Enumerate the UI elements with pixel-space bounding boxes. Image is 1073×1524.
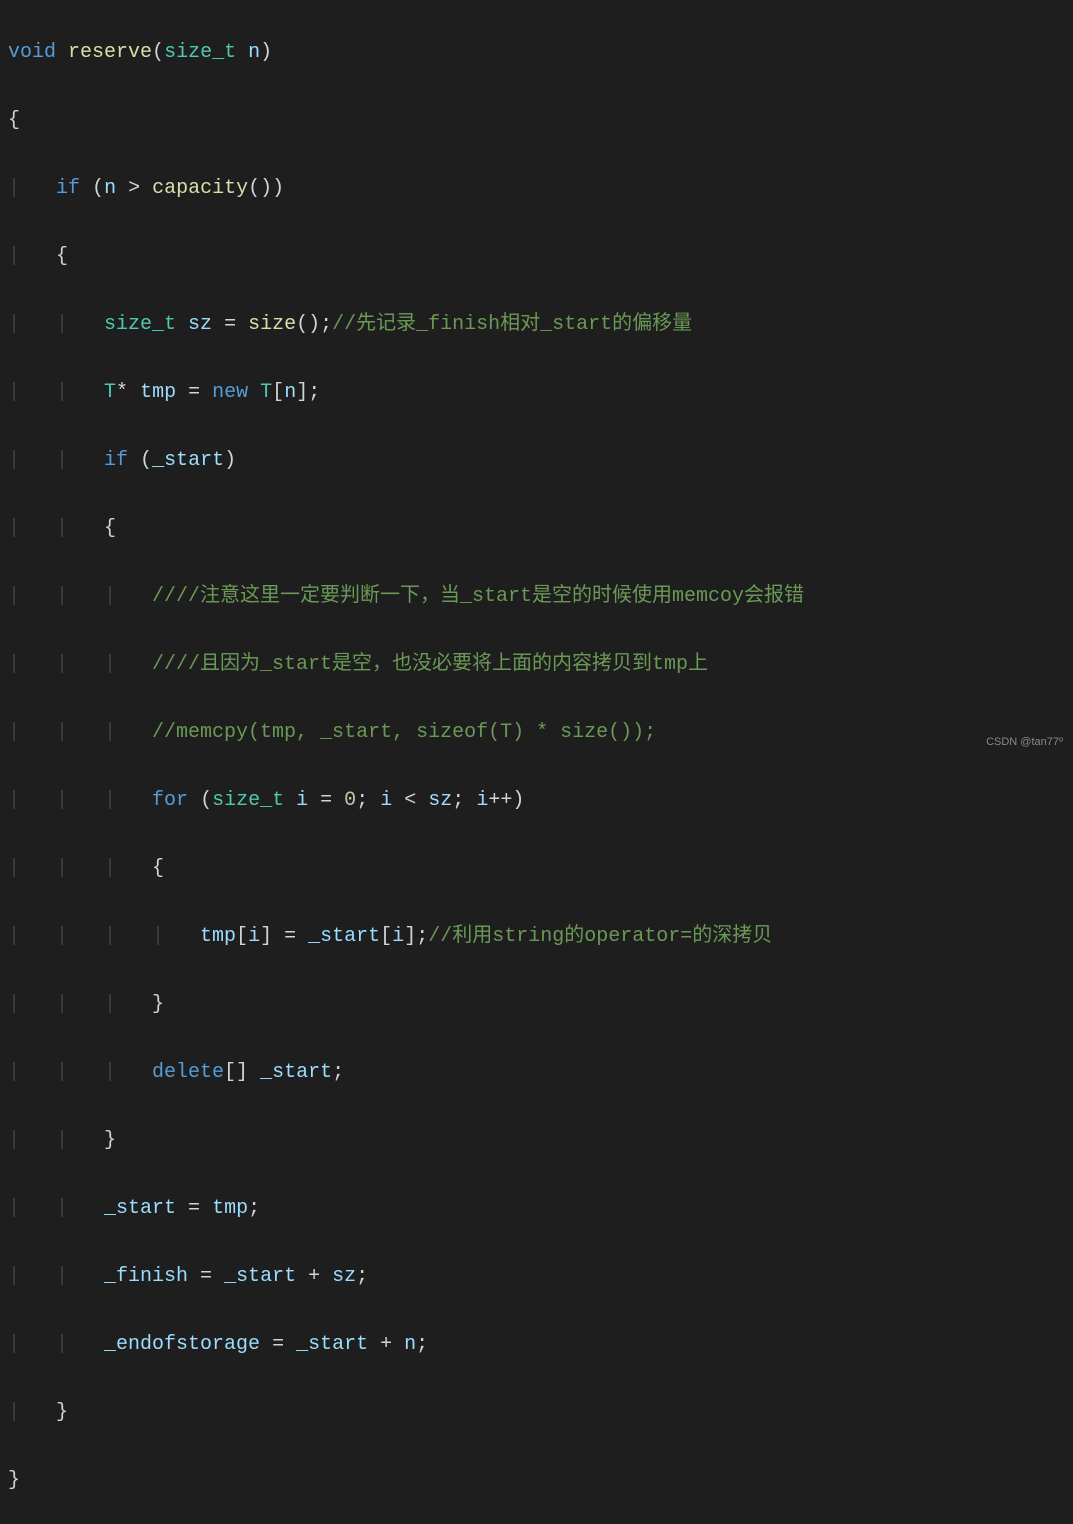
watermark: CSDN @tan77º (986, 733, 1063, 752)
keyword: void (8, 41, 56, 64)
comment: ////注意这里一定要判断一下，当_start是空的时候使用memcoy会报错 (152, 585, 804, 608)
code-line: { (8, 104, 1065, 138)
code-line: | | _endofstorage = _start + n; (8, 1328, 1065, 1362)
code-line: | | | delete[] _start; (8, 1056, 1065, 1090)
code-line: | | _start = tmp; (8, 1192, 1065, 1226)
code-line: | | T* tmp = new T[n]; (8, 376, 1065, 410)
code-line: | | | //memcpy(tmp, _start, sizeof(T) * … (8, 716, 1065, 750)
param: n (248, 41, 260, 64)
code-line: void reserve(size_t n) (8, 36, 1065, 70)
function-name: reserve (68, 41, 152, 64)
code-line: | | | { (8, 852, 1065, 886)
code-line: | | | ////注意这里一定要判断一下，当_start是空的时候使用memc… (8, 580, 1065, 614)
comment: //memcpy(tmp, _start, sizeof(T) * size()… (152, 721, 656, 744)
code-line: | | | for (size_t i = 0; i < sz; i++) (8, 784, 1065, 818)
comment: //先记录_finish相对_start的偏移量 (332, 313, 692, 336)
code-line: | | { (8, 512, 1065, 546)
code-line: | if (n > capacity()) (8, 172, 1065, 206)
code-line: | | if (_start) (8, 444, 1065, 478)
code-line: | { (8, 240, 1065, 274)
comment: ////且因为_start是空，也没必要将上面的内容拷贝到tmp上 (152, 653, 708, 676)
code-line: | | } (8, 1124, 1065, 1158)
code-line: | | | } (8, 988, 1065, 1022)
code-line: | | | | tmp[i] = _start[i];//利用string的op… (8, 920, 1065, 954)
comment: //利用string的operator=的深拷贝 (428, 925, 772, 948)
code-line: | | size_t sz = size();//先记录_finish相对_st… (8, 308, 1065, 342)
code-line: | | | ////且因为_start是空，也没必要将上面的内容拷贝到tmp上 (8, 648, 1065, 682)
keyword: if (56, 177, 80, 200)
code-line: } (8, 1464, 1065, 1498)
type: size_t (164, 41, 236, 64)
code-line: | | _finish = _start + sz; (8, 1260, 1065, 1294)
code-block: void reserve(size_t n) { | if (n > capac… (0, 0, 1073, 1524)
code-line: | } (8, 1396, 1065, 1430)
